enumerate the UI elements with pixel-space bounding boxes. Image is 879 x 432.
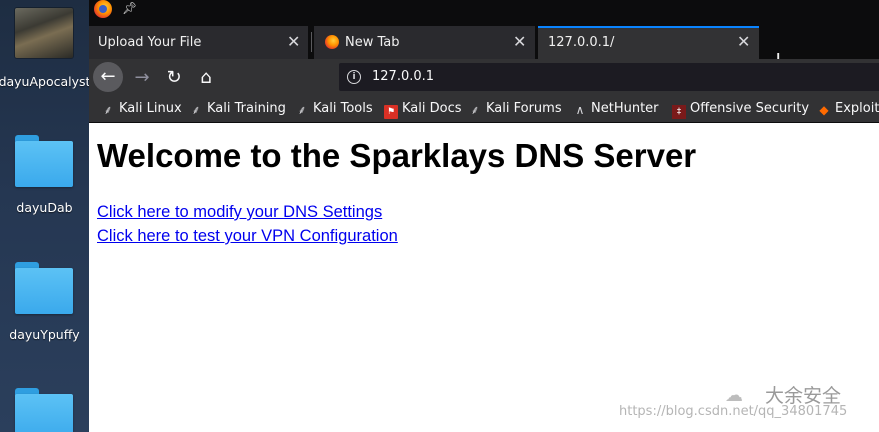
desktop-icon-folder[interactable] — [0, 388, 89, 432]
desktop-icon-label: dayuApocalyst — [0, 74, 89, 89]
wechat-logo-icon: ☁ — [725, 385, 743, 406]
desktop-icon-label: dayuDab — [16, 200, 73, 215]
forward-button[interactable]: → — [129, 65, 155, 91]
close-icon[interactable]: ✕ — [737, 32, 750, 51]
bookmark-label: Kali Forums — [486, 101, 562, 116]
kali-dragon-icon: ⸙ — [297, 103, 307, 117]
bookmark-exploit-db[interactable]: ◆ Exploit- — [817, 101, 879, 117]
tab-label: New Tab — [345, 35, 400, 50]
bookmark-label: Kali Docs — [402, 101, 462, 116]
offsec-icon: ‡ — [672, 105, 686, 119]
navigation-toolbar: ← → ↻ ⌂ i 127.0.0.1 — [89, 59, 879, 96]
close-icon[interactable]: ✕ — [513, 32, 526, 51]
bookmark-label: Kali Tools — [313, 101, 373, 116]
kali-dragon-icon: ⸙ — [103, 103, 113, 117]
tab-label: 127.0.0.1/ — [548, 35, 615, 50]
bookmark-offensive-security[interactable]: ‡ Offensive Security — [672, 101, 809, 119]
reload-button[interactable]: ↻ — [161, 65, 187, 91]
bookmark-label: Exploit- — [835, 101, 879, 116]
bookmark-kali-tools[interactable]: ⸙ Kali Tools — [295, 101, 373, 117]
watermark-url: https://blog.csdn.net/qq_34801745 — [619, 404, 848, 419]
tab-strip: Upload Your File ✕ New Tab ✕ 127.0.0.1/ … — [89, 22, 879, 73]
folder-icon — [15, 135, 73, 187]
title-bar: 📌︎ — [89, 0, 879, 22]
screen: dayuApocalyst dayuDab dayuYpuffy 📌︎ Uplo… — [0, 0, 879, 432]
desktop-icon-dayuapocalyst[interactable]: dayuApocalyst — [0, 8, 89, 98]
page-content: Welcome to the Sparklays DNS Server Clic… — [89, 123, 879, 432]
watermark: ☁ 大余安全 https://blog.csdn.net/qq_34801745 — [619, 381, 875, 427]
bookmark-label: NetHunter — [591, 101, 659, 116]
browser-window: 📌︎ Upload Your File ✕ New Tab ✕ 127.0.0.… — [89, 0, 879, 432]
kali-dragon-icon: ⸙ — [191, 103, 201, 117]
url-text[interactable]: 127.0.0.1 — [372, 69, 434, 84]
desktop-icon-label: dayuYpuffy — [9, 327, 80, 342]
exploit-db-icon: ◆ — [819, 103, 829, 117]
folder-icon — [15, 388, 73, 432]
kali-dragon-icon: ⸙ — [470, 103, 480, 117]
bookmark-kali-training[interactable]: ⸙ Kali Training — [189, 101, 286, 117]
bookmark-kali-docs[interactable]: ⚑ Kali Docs — [384, 101, 462, 119]
url-bar[interactable]: i 127.0.0.1 — [339, 63, 879, 91]
page-title: Welcome to the Sparklays DNS Server — [97, 137, 697, 174]
home-button[interactable]: ⌂ — [193, 65, 219, 91]
firefox-icon[interactable] — [94, 0, 112, 18]
bookmark-kali-forums[interactable]: ⸙ Kali Forums — [468, 101, 562, 117]
bookmark-label: Offensive Security — [690, 101, 810, 116]
tab-label: Upload Your File — [98, 35, 202, 50]
bookmark-kali-linux[interactable]: ⸙ Kali Linux — [101, 101, 182, 117]
nethunter-icon: ∧ — [575, 103, 585, 117]
back-button[interactable]: ← — [93, 62, 123, 92]
tab-new-tab[interactable]: New Tab ✕ — [314, 26, 535, 59]
modify-dns-settings-link[interactable]: Click here to modify your DNS Settings — [97, 203, 382, 222]
image-thumbnail-icon — [15, 8, 73, 58]
tab-upload-your-file[interactable]: Upload Your File ✕ — [89, 26, 308, 59]
bookmark-label: Kali Linux — [119, 101, 182, 116]
bookmark-label: Kali Training — [207, 101, 286, 116]
firefox-icon — [325, 35, 339, 49]
bookmarks-toolbar: ⸙ Kali Linux ⸙ Kali Training ⸙ Kali Tools ⚑… — [89, 96, 879, 123]
bookmark-nethunter[interactable]: ∧ NetHunter — [573, 101, 659, 117]
test-vpn-configuration-link[interactable]: Click here to test your VPN Configuratio… — [97, 227, 398, 246]
pin-icon[interactable]: 📌︎ — [122, 1, 137, 15]
close-icon[interactable]: ✕ — [287, 32, 300, 51]
desktop: dayuApocalyst dayuDab dayuYpuffy — [0, 0, 89, 432]
folder-icon — [15, 262, 73, 314]
tab-active-localhost[interactable]: 127.0.0.1/ ✕ — [538, 26, 759, 59]
info-icon[interactable]: i — [347, 70, 361, 84]
docs-icon: ⚑ — [384, 105, 398, 119]
tab-separator — [311, 32, 312, 52]
desktop-icon-dayudab[interactable]: dayuDab — [0, 135, 89, 215]
desktop-icon-dayuypuffy[interactable]: dayuYpuffy — [0, 262, 89, 342]
